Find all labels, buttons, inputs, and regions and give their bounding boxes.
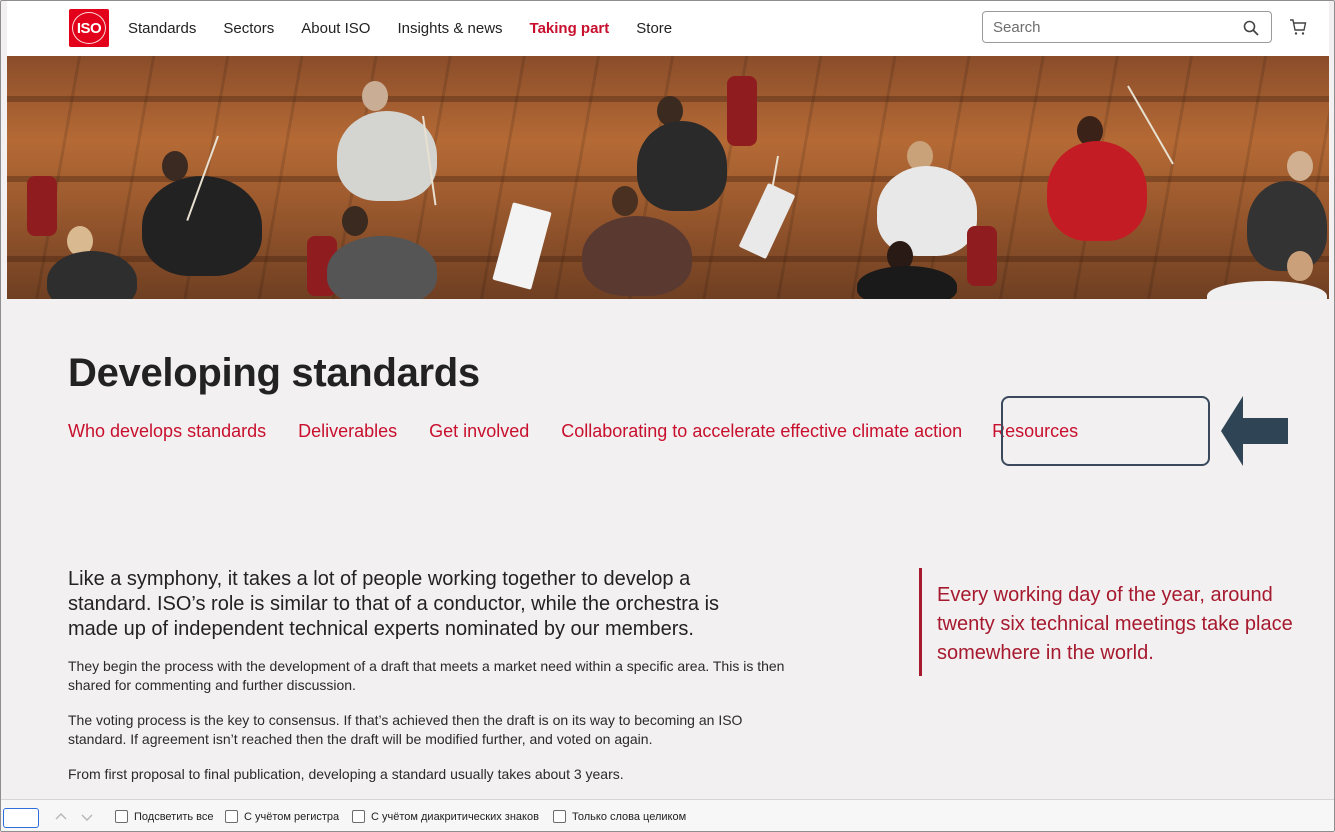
hero-image-orchestra [7,56,1329,299]
main-nav: Standards Sectors About ISO Insights & n… [128,1,699,56]
subnav-deliverables[interactable]: Deliverables [298,421,397,442]
pull-quote: Every working day of the year, around tw… [937,584,1293,664]
nav-sectors[interactable]: Sectors [223,20,274,37]
search-icon[interactable] [1243,20,1259,36]
body-paragraph: They begin the process with the developm… [68,658,785,693]
nav-standards[interactable]: Standards [128,20,196,37]
chevron-up-icon[interactable] [53,809,69,825]
find-option-highlight-all[interactable]: Подсветить все [115,810,214,823]
section-subnav: Who develops standards Deliverables Get … [68,421,1110,442]
body-paragraph: The voting process is the key to consens… [68,712,743,747]
subnav-get-involved[interactable]: Get involved [429,421,529,442]
subnav-who-develops-standards[interactable]: Who develops standards [68,421,266,442]
browser-find-bar: Подсветить все С учётом регистра С учёто… [1,799,1334,831]
iso-logo[interactable]: ISO [69,9,109,47]
top-navigation: ISO Standards Sectors About ISO Insights… [7,1,1329,56]
body-paragraph: From first proposal to final publication… [68,766,624,782]
arrow-left-icon [1221,396,1288,466]
nav-store[interactable]: Store [636,20,672,37]
nav-about-iso[interactable]: About ISO [301,20,370,37]
find-option-match-case[interactable]: С учётом регистра [225,810,339,823]
checkbox[interactable] [553,810,566,823]
find-option-diacritics[interactable]: С учётом диакритических знаков [352,810,539,823]
checkbox[interactable] [352,810,365,823]
nav-insights-news[interactable]: Insights & news [397,20,502,37]
find-option-whole-words[interactable]: Только слова целиком [553,810,686,823]
subnav-climate-action[interactable]: Collaborating to accelerate effective cl… [561,421,962,442]
nav-taking-part[interactable]: Taking part [530,20,610,37]
intro-lead-text: Like a symphony, it takes a lot of peopl… [68,568,720,640]
find-input[interactable] [3,808,39,828]
resources-highlight-box [1001,396,1210,466]
cart-icon[interactable] [1289,18,1307,36]
checkbox[interactable] [115,810,128,823]
browser-viewport: ISO Standards Sectors About ISO Insights… [0,0,1335,832]
search-input[interactable]: Search [982,11,1272,43]
search-placeholder: Search [993,19,1041,36]
quote-accent-bar [919,568,922,676]
checkbox[interactable] [225,810,238,823]
page-title: Developing standards [68,351,480,395]
chevron-down-icon[interactable] [79,809,95,825]
